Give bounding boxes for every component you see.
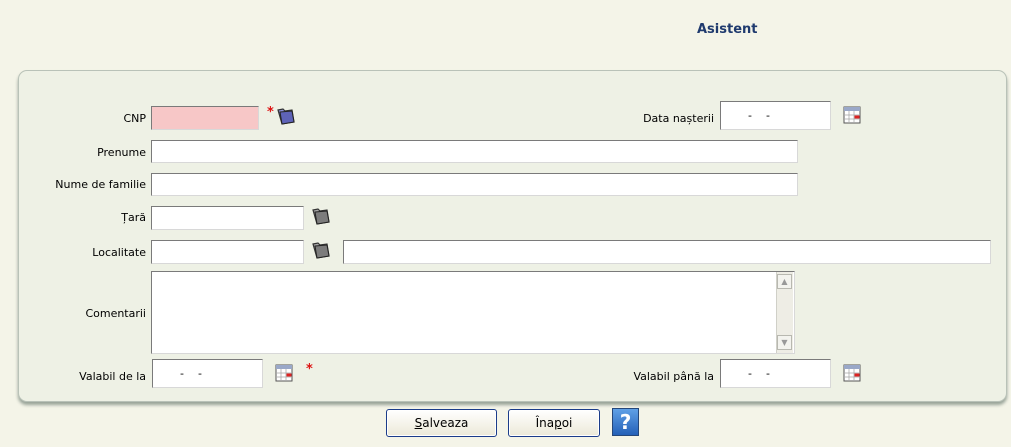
back-button[interactable]: Îna p oi: [508, 409, 600, 437]
birth-date-label: Data nașterii: [643, 112, 714, 125]
scroll-down-icon[interactable]: ▼: [777, 335, 792, 350]
page-title: Asistent: [697, 22, 758, 37]
valid-from-label: Valabil de la: [79, 370, 146, 383]
back-label-rest: oi: [561, 416, 573, 430]
valid-from-calendar-icon[interactable]: [275, 364, 293, 382]
country-lookup-folder-icon[interactable]: [311, 207, 331, 225]
last-name-input[interactable]: [151, 173, 798, 196]
scroll-up-icon[interactable]: ▲: [777, 274, 792, 289]
locality-name-input[interactable]: [343, 240, 991, 264]
locality-label: Localitate: [92, 246, 146, 259]
valid-from-required-mark: *: [306, 362, 313, 377]
comments-scrollbar[interactable]: ▲ ▼: [776, 272, 793, 353]
save-button[interactable]: Salveaza: [386, 409, 497, 437]
save-accel: S: [414, 416, 423, 430]
valid-from-input[interactable]: - -: [152, 359, 263, 388]
last-name-label: Nume de familie: [55, 178, 146, 191]
cnp-lookup-folder-icon[interactable]: [276, 107, 296, 125]
country-input[interactable]: [151, 206, 304, 230]
first-name-input[interactable]: [151, 140, 798, 163]
locality-lookup-folder-icon[interactable]: [311, 241, 331, 259]
comments-textarea[interactable]: [151, 271, 795, 354]
locality-code-input[interactable]: [151, 240, 304, 264]
back-accel: p: [554, 416, 562, 430]
cnp-input[interactable]: [151, 106, 259, 130]
save-label-rest: alveaza: [422, 416, 469, 430]
valid-until-input[interactable]: - -: [720, 359, 831, 388]
first-name-label: Prenume: [97, 146, 146, 159]
valid-until-label: Valabil până la: [633, 370, 714, 383]
back-label-start: Îna: [535, 416, 555, 430]
birth-date-input[interactable]: - -: [720, 101, 831, 130]
help-icon[interactable]: ?: [612, 408, 639, 436]
country-label: Țară: [121, 211, 146, 224]
comments-label: Comentarii: [85, 307, 146, 320]
cnp-label: CNP: [123, 112, 146, 125]
cnp-required-mark: *: [267, 105, 274, 120]
valid-until-calendar-icon[interactable]: [843, 364, 861, 382]
birth-date-calendar-icon[interactable]: [843, 106, 861, 124]
